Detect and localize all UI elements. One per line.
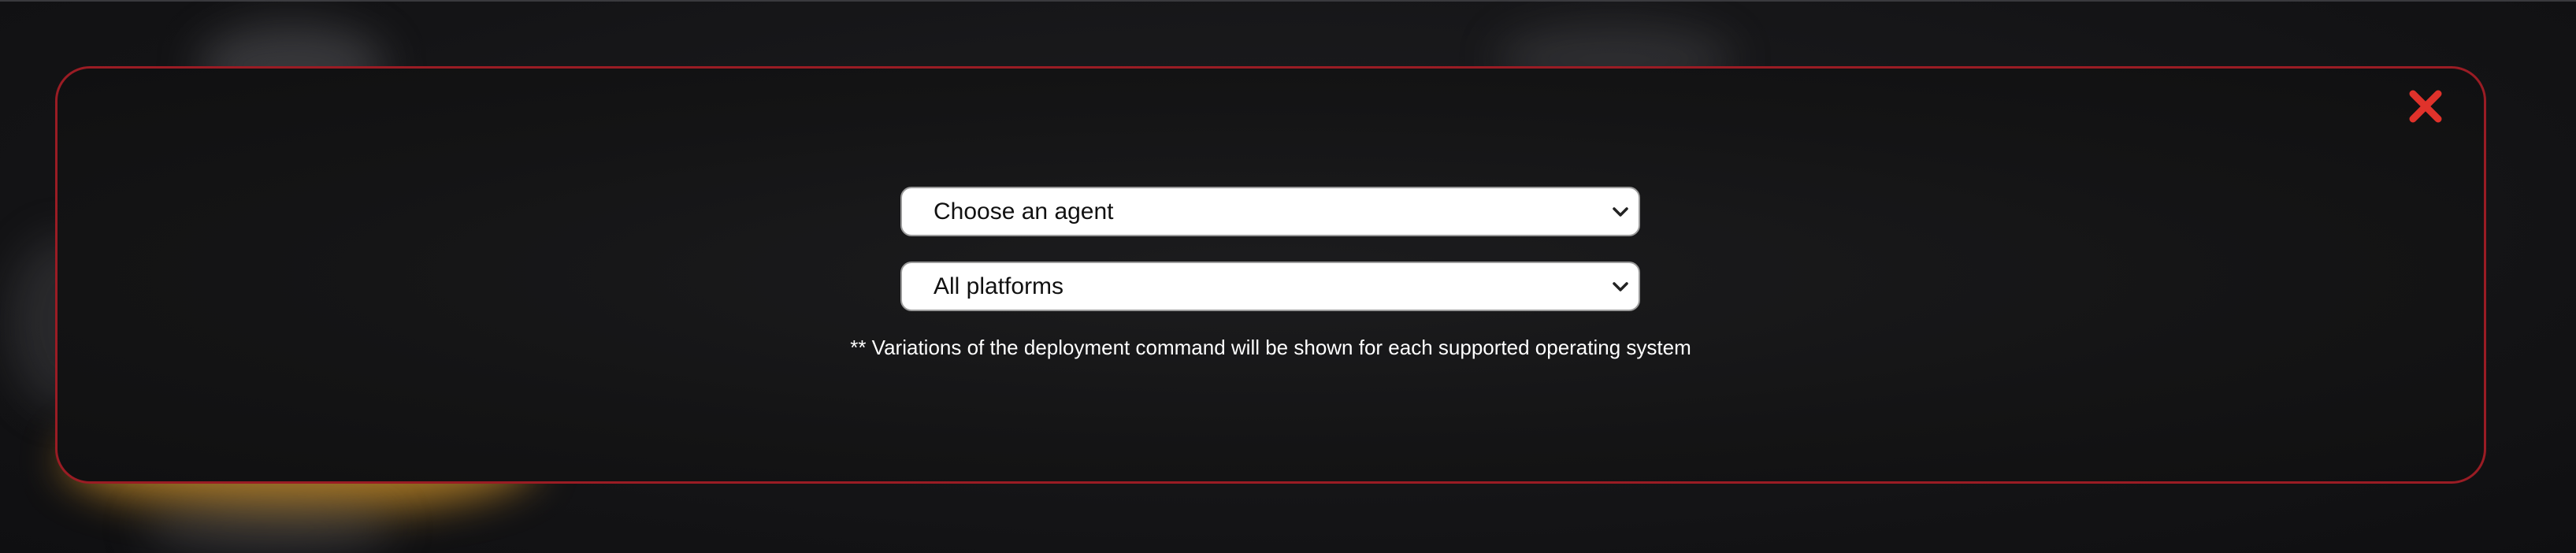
agent-select-value: Choose an agent	[934, 199, 1114, 225]
platform-select[interactable]: All platforms	[900, 262, 1640, 311]
chevron-down-icon	[1613, 282, 1628, 291]
agent-select[interactable]: Choose an agent	[900, 187, 1640, 236]
top-border	[0, 0, 2576, 2]
chevron-down-icon	[1613, 207, 1628, 217]
close-icon	[2409, 90, 2442, 123]
deployment-note: ** Variations of the deployment command …	[850, 336, 1691, 359]
close-button[interactable]	[2407, 87, 2444, 125]
platform-select-value: All platforms	[934, 273, 1064, 299]
blurred-background-element	[142, 496, 394, 553]
